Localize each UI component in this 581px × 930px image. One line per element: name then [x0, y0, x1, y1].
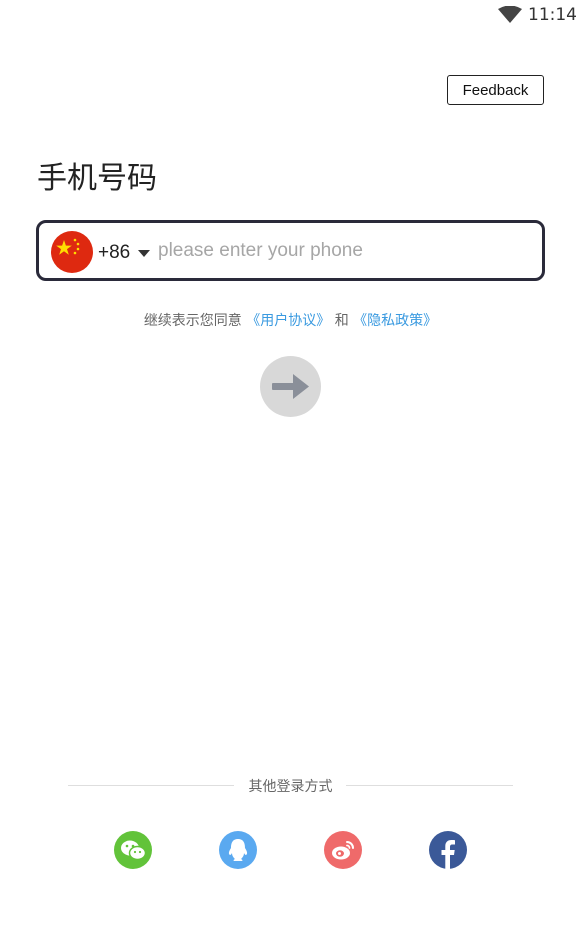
next-button[interactable]: [260, 356, 321, 417]
arrow-right-icon: [272, 374, 309, 399]
wifi-icon: [498, 6, 522, 23]
country-code[interactable]: +86: [98, 242, 130, 264]
qq-login-button[interactable]: [219, 831, 257, 869]
status-bar: 11:14: [0, 0, 581, 30]
divider-line-right: [346, 785, 513, 786]
china-flag-icon[interactable]: [51, 231, 93, 273]
wechat-login-button[interactable]: [114, 831, 152, 869]
wechat-icon: [121, 840, 147, 861]
privacy-policy-link[interactable]: 《隐私政策》: [353, 313, 437, 329]
facebook-login-button[interactable]: [429, 831, 467, 869]
phone-input[interactable]: [158, 233, 528, 269]
qq-icon: [228, 839, 248, 861]
other-login-label: 其他登录方式: [248, 779, 333, 795]
weibo-login-button[interactable]: [324, 831, 362, 869]
agreement-prefix: 继续表示您同意: [143, 313, 242, 329]
status-time: 11:14: [528, 5, 577, 25]
chevron-down-icon[interactable]: [138, 250, 150, 257]
agreement-conjunction: 和: [334, 313, 349, 329]
feedback-button[interactable]: Feedback: [447, 75, 544, 105]
weibo-icon: [332, 841, 354, 860]
phone-input-box: +86: [36, 220, 545, 281]
agreement-text: 继续表示您同意 《用户协议》 和 《隐私政策》: [0, 310, 581, 330]
facebook-icon: [441, 840, 455, 869]
other-login-divider: 其他登录方式: [68, 775, 513, 795]
page-title: 手机号码: [37, 161, 157, 196]
user-agreement-link[interactable]: 《用户协议》: [246, 313, 330, 329]
